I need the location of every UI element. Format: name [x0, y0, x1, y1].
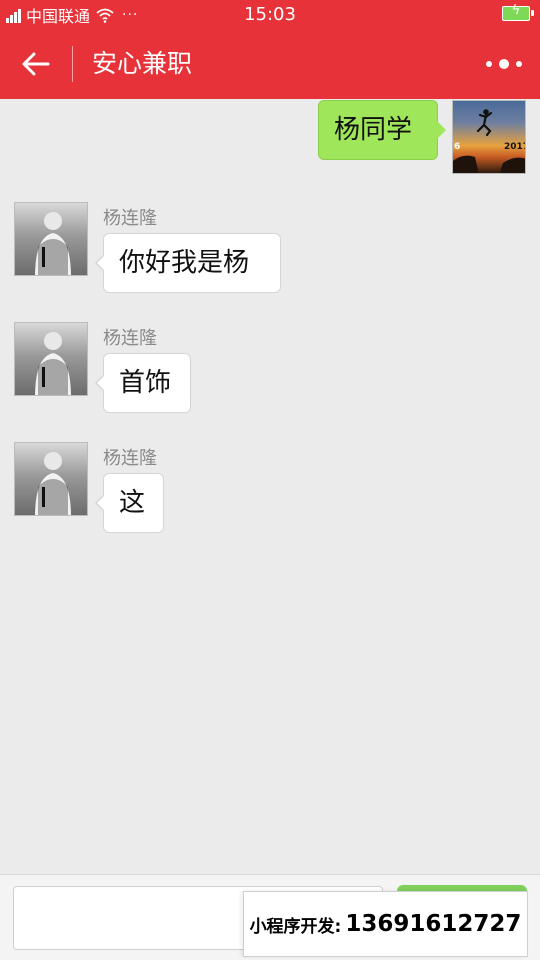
- watermark-label: 小程序开发:: [249, 916, 342, 937]
- message-bubble-incoming[interactable]: 首饰: [95, 353, 191, 413]
- nav-divider: [72, 46, 73, 82]
- contact-avatar-photo: [35, 332, 71, 395]
- message-bubble-incoming[interactable]: 你好我是杨: [95, 233, 281, 293]
- jumping-person-photo: 6 2017: [453, 109, 526, 173]
- status-bar: 中国联通 ··· 15:03 ϟ: [0, 0, 540, 28]
- contact-avatar[interactable]: [14, 442, 88, 516]
- sender-name: 杨连隆: [103, 328, 157, 349]
- sender-name: 杨连隆: [103, 448, 157, 469]
- more-menu-button[interactable]: [486, 52, 522, 76]
- contact-avatar[interactable]: [14, 202, 88, 276]
- self-avatar[interactable]: 6 2017: [452, 100, 526, 174]
- sender-name: 杨连隆: [103, 208, 157, 229]
- message-bubble-outgoing[interactable]: 杨同学: [318, 100, 446, 160]
- chat-screen: 中国联通 ··· 15:03 ϟ 安心兼职 杨同学 6 201 杨连隆 你好我是…: [0, 0, 540, 960]
- svg-text:6: 6: [454, 142, 460, 152]
- back-arrow-icon[interactable]: [18, 46, 54, 82]
- watermark-phone: 13691612727: [345, 911, 522, 937]
- contact-avatar-photo: [35, 452, 71, 515]
- svg-text:2017: 2017: [504, 142, 526, 152]
- watermark-overlay: 小程序开发: 13691612727: [243, 891, 528, 957]
- battery-icon: ϟ: [502, 3, 534, 21]
- message-bubble-incoming[interactable]: 这: [95, 473, 164, 533]
- status-time: 15:03: [244, 4, 296, 25]
- nav-bar: 安心兼职: [0, 28, 540, 99]
- contact-avatar-photo: [35, 212, 71, 275]
- contact-avatar[interactable]: [14, 322, 88, 396]
- page-title: 安心兼职: [92, 49, 193, 78]
